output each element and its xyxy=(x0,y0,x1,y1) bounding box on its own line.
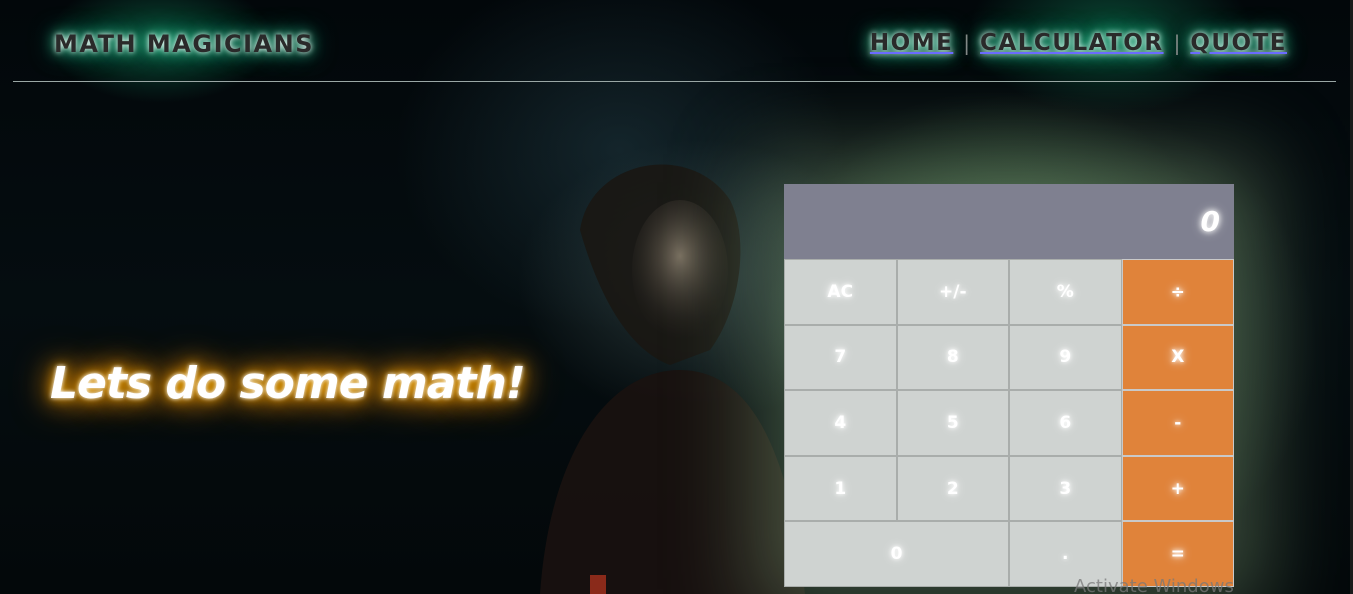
nav-link-home[interactable]: HOME xyxy=(870,30,953,56)
nav-separator: | xyxy=(963,31,971,55)
calculator-display: 0 xyxy=(784,184,1234,259)
site-header: MATH MAGICIANS HOME | CALCULATOR | QUOTE xyxy=(13,0,1336,82)
key-1[interactable]: 1 xyxy=(784,455,897,522)
key-plus[interactable]: + xyxy=(1121,455,1234,522)
key-ac[interactable]: AC xyxy=(784,259,897,325)
key-4[interactable]: 4 xyxy=(784,390,897,456)
main-nav: HOME | CALCULATOR | QUOTE xyxy=(870,30,1287,56)
key-6[interactable]: 6 xyxy=(1009,390,1122,456)
site-logo: MATH MAGICIANS xyxy=(54,30,314,58)
hero-heading: Lets do some math! xyxy=(50,358,526,409)
page: MATH MAGICIANS HOME | CALCULATOR | QUOTE… xyxy=(0,0,1353,594)
key-minus[interactable]: - xyxy=(1121,390,1234,456)
key-2[interactable]: 2 xyxy=(896,455,1009,522)
key-percent[interactable]: % xyxy=(1009,259,1122,325)
key-3[interactable]: 3 xyxy=(1009,455,1122,522)
key-divide[interactable]: ÷ xyxy=(1121,259,1234,325)
key-7[interactable]: 7 xyxy=(784,324,897,391)
activate-windows-watermark: Activate Windows xyxy=(1074,576,1234,594)
calculator: 0 AC +/- % ÷ 7 8 9 X 4 5 6 - 1 2 3 + 0 .… xyxy=(784,184,1234,587)
key-9[interactable]: 9 xyxy=(1009,324,1122,391)
nav-link-quote[interactable]: QUOTE xyxy=(1190,30,1287,56)
nav-separator: | xyxy=(1173,31,1181,55)
key-sign-toggle[interactable]: +/- xyxy=(896,259,1009,325)
key-0[interactable]: 0 xyxy=(784,521,1009,587)
key-8[interactable]: 8 xyxy=(896,324,1009,391)
key-5[interactable]: 5 xyxy=(896,390,1009,456)
nav-link-calculator[interactable]: CALCULATOR xyxy=(980,30,1164,56)
key-multiply[interactable]: X xyxy=(1121,324,1234,391)
background-figure-image xyxy=(540,164,805,594)
